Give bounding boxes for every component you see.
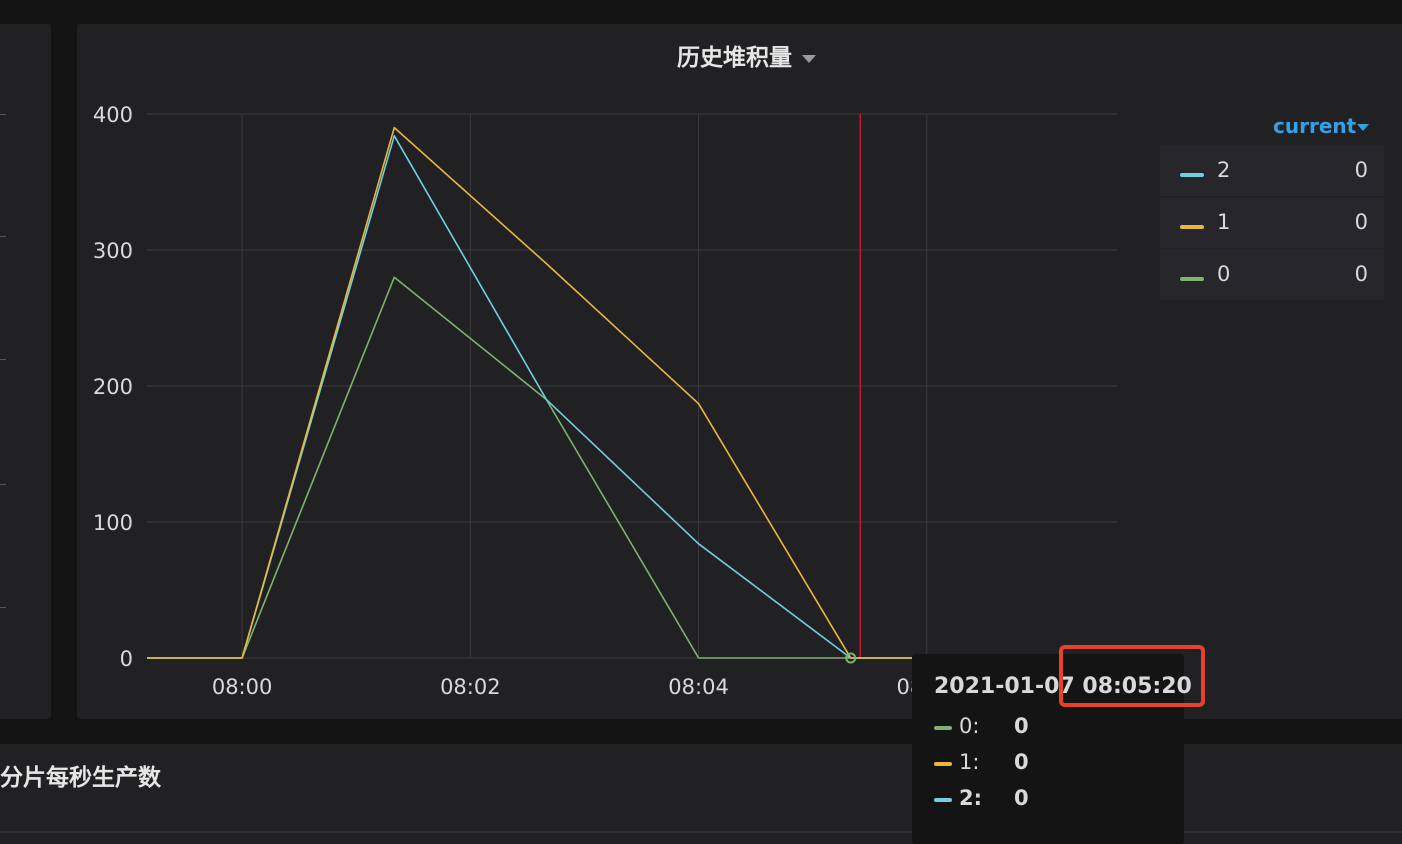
legend-series-name: 2	[1217, 158, 1231, 182]
caret-down-icon	[1357, 124, 1370, 131]
legend-item-2[interactable]: 2 0	[1160, 146, 1384, 196]
tooltip-series: 2:	[959, 786, 983, 810]
tooltip-value: 0	[1014, 714, 1029, 738]
series-swatch	[934, 798, 952, 802]
x-tick-label: 08:02	[440, 675, 501, 699]
legend-current-value: 0	[1354, 262, 1368, 286]
legend-item-0[interactable]: 0 0	[1160, 250, 1384, 300]
x-tick-label: 08:00	[212, 675, 273, 699]
legend-sort-current[interactable]: current	[1273, 114, 1370, 138]
y-tick-label: 100	[93, 511, 133, 535]
legend-header-label: current	[1273, 114, 1357, 138]
series-swatch	[1180, 173, 1204, 177]
series-line-1	[147, 126, 1003, 659]
series-swatch	[1180, 277, 1204, 281]
y-tick-label: 300	[93, 239, 133, 263]
series-line-0	[147, 276, 1003, 659]
legend-series-name: 1	[1217, 210, 1231, 234]
tooltip-series: 1:	[959, 750, 980, 774]
y-tick-label: 0	[120, 647, 133, 671]
y-tick-label: 200	[93, 375, 133, 399]
legend-item-1[interactable]: 1 0	[1160, 198, 1384, 248]
tooltip-value: 0	[1014, 750, 1029, 774]
legend-current-value: 0	[1354, 158, 1368, 182]
series-swatch	[1180, 225, 1204, 229]
series-line-2	[147, 135, 1003, 659]
legend-series-name: 0	[1217, 262, 1231, 286]
y-tick-label: 400	[93, 103, 133, 127]
series-swatch	[934, 762, 952, 766]
series-swatch	[934, 726, 952, 730]
x-tick-label: 08:04	[668, 675, 729, 699]
highlight-box	[1059, 645, 1205, 707]
tooltip-value: 0	[1014, 786, 1029, 810]
line-chart[interactable]: 010020030040008:0008:0208:0408:06	[0, 0, 1402, 836]
tooltip-series: 0:	[959, 714, 980, 738]
legend-current-value: 0	[1354, 210, 1368, 234]
